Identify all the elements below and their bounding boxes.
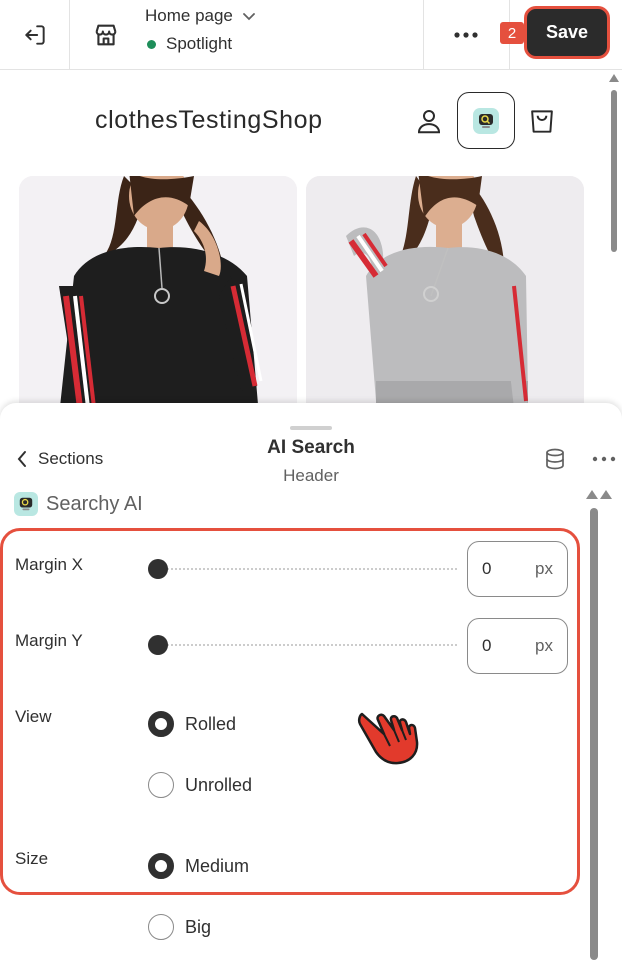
step-badge: 2 [500,22,524,44]
margin-x-label: Margin X [15,555,84,574]
product-card-image[interactable] [306,176,584,410]
searchy-logo-icon [14,492,38,516]
sheet-more-button[interactable] [592,447,616,476]
margin-x-value: 0 [482,559,492,578]
size-option-medium[interactable]: Medium [148,853,249,879]
margin-y-input[interactable]: 0 px [467,618,568,674]
page-selector[interactable]: Home page Spotlight [145,6,257,54]
margin-y-unit: px [535,636,553,655]
size-option-label: Medium [185,855,250,876]
radio-selected-icon [148,853,174,879]
radio-unselected-icon [148,772,174,798]
view-option-label: Unrolled [185,774,253,795]
view-option-label: Rolled [185,713,237,734]
ai-search-button[interactable] [457,92,515,149]
preview-scrollbar[interactable] [605,70,622,410]
theme-name: Spotlight [166,34,233,53]
pointer-hand-icon [357,712,419,765]
margin-y-slider-knob[interactable] [148,635,168,655]
page-title: Home page [145,6,233,25]
view-label: View [15,707,52,726]
app-data-button[interactable] [543,447,567,476]
shopping-bag-icon [531,110,553,133]
chevron-down-icon [242,13,255,21]
view-option-unrolled[interactable]: Unrolled [148,772,252,798]
sheet-subtitle: Header [283,466,339,485]
exit-button[interactable] [0,0,70,69]
view-option-rolled[interactable]: Rolled [148,711,236,737]
app-block-header: Searchy AI [14,492,143,516]
database-icon [546,448,564,470]
scrollbar-thumb[interactable] [611,90,617,252]
scroll-up-arrows-icon [586,490,612,499]
radio-selected-icon [148,711,174,737]
account-button[interactable] [414,106,444,136]
product-card-image[interactable] [19,176,297,410]
margin-y-label: Margin Y [15,631,83,650]
radio-unselected-icon [148,914,174,940]
more-horizontal-icon [454,31,478,38]
editor-top-bar: Home page Spotlight 2 Save [0,0,622,70]
shop-name[interactable]: clothesTestingShop [95,106,323,135]
more-actions-button[interactable] [424,0,508,69]
sheet-title: AI Search [267,437,355,458]
store-icon [95,24,117,45]
cart-button[interactable] [527,104,557,136]
margin-y-slider[interactable] [158,643,458,647]
size-label: Size [15,849,49,868]
margin-x-input[interactable]: 0 px [467,541,568,597]
save-button[interactable]: Save [524,6,610,59]
store-button[interactable] [72,0,140,69]
size-option-label: Big [185,916,212,937]
sheet-drag-handle[interactable] [290,426,332,430]
settings-scrollbar[interactable] [582,488,622,960]
product-photo [306,176,584,410]
scroll-up-arrow-icon [609,74,619,82]
scrollbar-thumb[interactable] [590,508,598,960]
margin-x-unit: px [535,559,553,578]
exit-icon [24,24,45,45]
app-name: Searchy AI [46,492,143,515]
size-option-big[interactable]: Big [148,914,211,940]
margin-x-slider-knob[interactable] [148,559,168,579]
margin-x-slider[interactable] [158,567,458,571]
product-photo [19,176,297,410]
more-horizontal-icon [592,456,616,462]
storefront-preview: clothesTestingShop [0,70,604,410]
user-icon [417,110,441,134]
margin-y-value: 0 [482,636,492,655]
status-dot [147,39,156,49]
searchy-logo-icon [473,107,499,134]
